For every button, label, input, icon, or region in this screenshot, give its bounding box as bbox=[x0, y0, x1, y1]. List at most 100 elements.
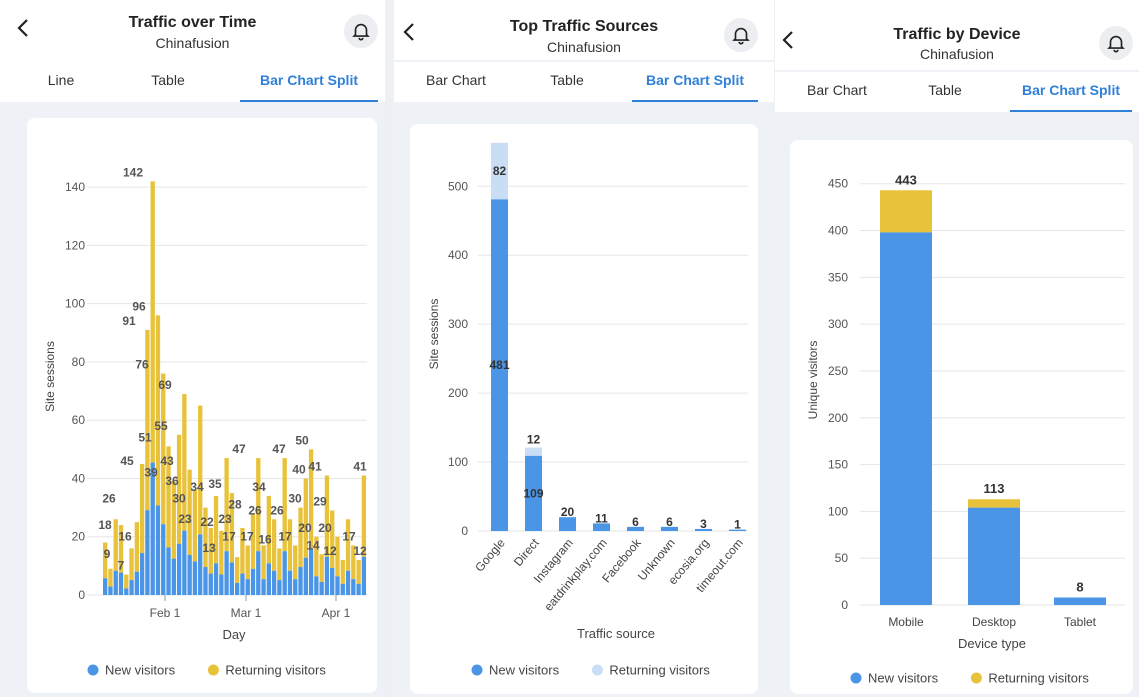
data-label-new: 11 bbox=[595, 511, 608, 525]
bar-new bbox=[139, 553, 145, 595]
legend-label: Returning visitors bbox=[225, 663, 326, 678]
tab-bar-chart-split[interactable]: Bar Chart Split bbox=[1010, 72, 1132, 112]
legend-label: Returning visitors bbox=[609, 663, 710, 678]
tab-table[interactable]: Table bbox=[530, 62, 604, 100]
bar-returning bbox=[134, 522, 140, 572]
data-label: 76 bbox=[135, 358, 149, 372]
data-label: 12 bbox=[353, 544, 367, 558]
y-tick-label: 300 bbox=[448, 317, 468, 331]
y-tick-label: 0 bbox=[461, 524, 468, 538]
bar-returning bbox=[192, 490, 198, 562]
tab-bar-chart-split[interactable]: Bar Chart Split bbox=[240, 62, 378, 102]
bar-returning bbox=[129, 548, 134, 581]
data-label: 45 bbox=[120, 454, 134, 468]
data-label: 35 bbox=[208, 477, 222, 491]
notifications-button[interactable] bbox=[724, 18, 758, 52]
bar-new bbox=[124, 588, 129, 595]
data-label: 13 bbox=[202, 541, 216, 555]
data-label: 23 bbox=[178, 512, 192, 526]
tab-table[interactable]: Table bbox=[130, 62, 206, 100]
bar-new bbox=[345, 570, 351, 595]
legend-label: New visitors bbox=[489, 663, 560, 678]
chart-card: 0 50 100 150 200 250 300 350 400 450 443 Mobile 113 D… bbox=[790, 140, 1133, 694]
panel-traffic-over-time: Traffic over Time Chinafusion Line Table… bbox=[0, 0, 385, 697]
bar-new bbox=[298, 567, 303, 595]
data-label: 28 bbox=[228, 498, 242, 512]
bar-new bbox=[155, 505, 161, 595]
bar-new bbox=[145, 510, 150, 595]
x-tick-label: Direct bbox=[511, 535, 542, 569]
bar-returning bbox=[235, 557, 240, 583]
y-tick-label: 150 bbox=[828, 458, 848, 472]
data-label: 43 bbox=[160, 454, 174, 468]
bar-new bbox=[277, 580, 282, 595]
bar-new bbox=[108, 586, 113, 595]
bar-new bbox=[330, 567, 335, 595]
y-tick-label: 50 bbox=[835, 551, 849, 565]
chart-card: 0 100 200 300 400 500 481 82 Google 109 12 Direct 20… bbox=[410, 124, 758, 694]
data-label: 142 bbox=[123, 165, 143, 179]
y-tick-label: 400 bbox=[448, 248, 468, 262]
data-label: 12 bbox=[323, 544, 337, 558]
data-label: 7 bbox=[118, 559, 125, 573]
bar-new bbox=[559, 517, 576, 531]
bell-icon bbox=[352, 23, 370, 41]
tab-bar-chart-split[interactable]: Bar Chart Split bbox=[632, 62, 758, 102]
bar-new bbox=[340, 583, 345, 595]
data-label: 96 bbox=[132, 299, 146, 313]
data-label: 91 bbox=[122, 314, 136, 328]
bar-new bbox=[282, 551, 287, 595]
data-label: 22 bbox=[200, 515, 214, 529]
notifications-button[interactable] bbox=[1099, 26, 1133, 60]
data-label: 17 bbox=[240, 530, 254, 544]
data-label: 41 bbox=[308, 460, 322, 474]
bar-new bbox=[266, 563, 272, 595]
tab-line[interactable]: Line bbox=[22, 62, 100, 100]
bar-new bbox=[261, 579, 266, 595]
bar-new bbox=[235, 582, 240, 595]
data-label-returning: 12 bbox=[527, 433, 541, 447]
data-label: 39 bbox=[144, 465, 158, 479]
y-tick-label: 100 bbox=[65, 297, 85, 311]
y-tick-label: 400 bbox=[828, 224, 848, 238]
bar-new bbox=[118, 572, 124, 595]
view-tabs: Bar Chart Table Bar Chart Split bbox=[394, 62, 774, 102]
tab-bar-chart[interactable]: Bar Chart bbox=[795, 72, 879, 110]
y-tick-label: 80 bbox=[72, 355, 86, 369]
legend-marker bbox=[471, 664, 483, 676]
header: Traffic by Device Chinafusion bbox=[775, 0, 1139, 70]
header: Top Traffic Sources Chinafusion bbox=[394, 0, 774, 60]
bell-icon bbox=[1107, 35, 1125, 53]
data-label-total: 443 bbox=[895, 172, 917, 187]
bar-new bbox=[356, 583, 361, 595]
data-label-new: 1 bbox=[734, 518, 741, 532]
y-tick-label: 450 bbox=[828, 177, 848, 191]
y-tick-label: 200 bbox=[448, 386, 468, 400]
legend-marker bbox=[87, 664, 99, 676]
y-tick-label: 500 bbox=[448, 179, 468, 193]
data-label: 17 bbox=[342, 530, 356, 544]
tab-table[interactable]: Table bbox=[909, 72, 981, 110]
panel-top-traffic-sources: Top Traffic Sources Chinafusion Bar Char… bbox=[394, 0, 774, 697]
bar-returning bbox=[298, 507, 303, 568]
data-label: 47 bbox=[272, 442, 286, 456]
bar-new bbox=[229, 562, 235, 595]
notifications-button[interactable] bbox=[344, 14, 378, 48]
top-traffic-sources-chart: 0 100 200 300 400 500 481 82 Google 109 12 Direct 20… bbox=[427, 142, 748, 678]
bar-new bbox=[303, 557, 308, 595]
bar-new bbox=[176, 543, 182, 595]
page-subtitle: Chinafusion bbox=[155, 35, 230, 51]
tab-bar-chart[interactable]: Bar Chart bbox=[414, 62, 498, 100]
data-label: 40 bbox=[292, 463, 306, 477]
bar-new bbox=[335, 576, 340, 595]
bar-returning bbox=[293, 545, 298, 580]
y-tick-label: 300 bbox=[828, 317, 848, 331]
bar-returning bbox=[525, 447, 542, 456]
bar-new bbox=[250, 568, 256, 595]
bar-returning bbox=[330, 510, 335, 568]
page-subtitle: Chinafusion bbox=[920, 46, 994, 62]
bar-returning bbox=[319, 554, 324, 582]
bar-returning bbox=[356, 560, 361, 584]
x-axis-label: Traffic source bbox=[577, 626, 655, 641]
bar-returning bbox=[340, 560, 345, 584]
